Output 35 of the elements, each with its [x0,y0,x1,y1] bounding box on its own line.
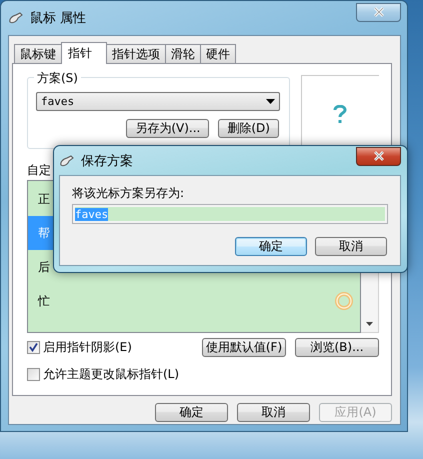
scroll-down-icon [366,322,374,326]
scheme-button[interactable]: 另存为(V)... [126,119,210,138]
checkbox-label: 允许主题更改鼠标指针(L) [43,366,180,382]
mouse-icon [8,12,24,24]
list-button[interactable]: 浏览(B)... [295,338,379,356]
customize-label: 自定 [27,162,51,179]
dialog-button[interactable]: 取消 [237,403,310,422]
close-button[interactable] [356,2,401,22]
scheme-dropdown[interactable]: faves [36,92,280,111]
tab[interactable]: 硬件 [200,44,236,63]
close-button[interactable] [356,146,401,166]
help-cursor-icon [333,105,348,125]
checkbox[interactable] [27,368,40,380]
group-label: 方案(S) [34,70,81,87]
tab[interactable]: 鼠标键 [14,44,62,63]
dialog-button[interactable]: 取消 [315,237,387,256]
prompt-label: 将该光标方案另存为: [72,185,184,201]
close-icon [372,151,384,161]
list-button[interactable]: 使用默认值(F) [202,338,286,356]
checkbox[interactable] [27,340,40,354]
cursor-list-item[interactable]: 忙 [28,284,360,318]
dialog-button[interactable]: 确定 [155,403,228,422]
dropdown-arrow-icon [266,99,275,104]
tab[interactable]: 滑轮 [165,44,201,63]
window-title: 保存方案 [81,152,133,170]
dialog-button[interactable]: 确定 [235,237,307,256]
scheme-button[interactable]: 删除(D) [218,119,279,138]
tab[interactable]: 指针 [61,42,107,64]
check-icon [29,342,38,352]
tab[interactable]: 指针选项 [106,44,166,63]
checkbox-label: 启用指针阴影(E) [43,338,132,356]
close-icon [372,7,384,17]
mouse-icon [59,154,75,166]
window-title: 鼠标 属性 [30,10,86,27]
busy-ring-icon [334,291,354,311]
